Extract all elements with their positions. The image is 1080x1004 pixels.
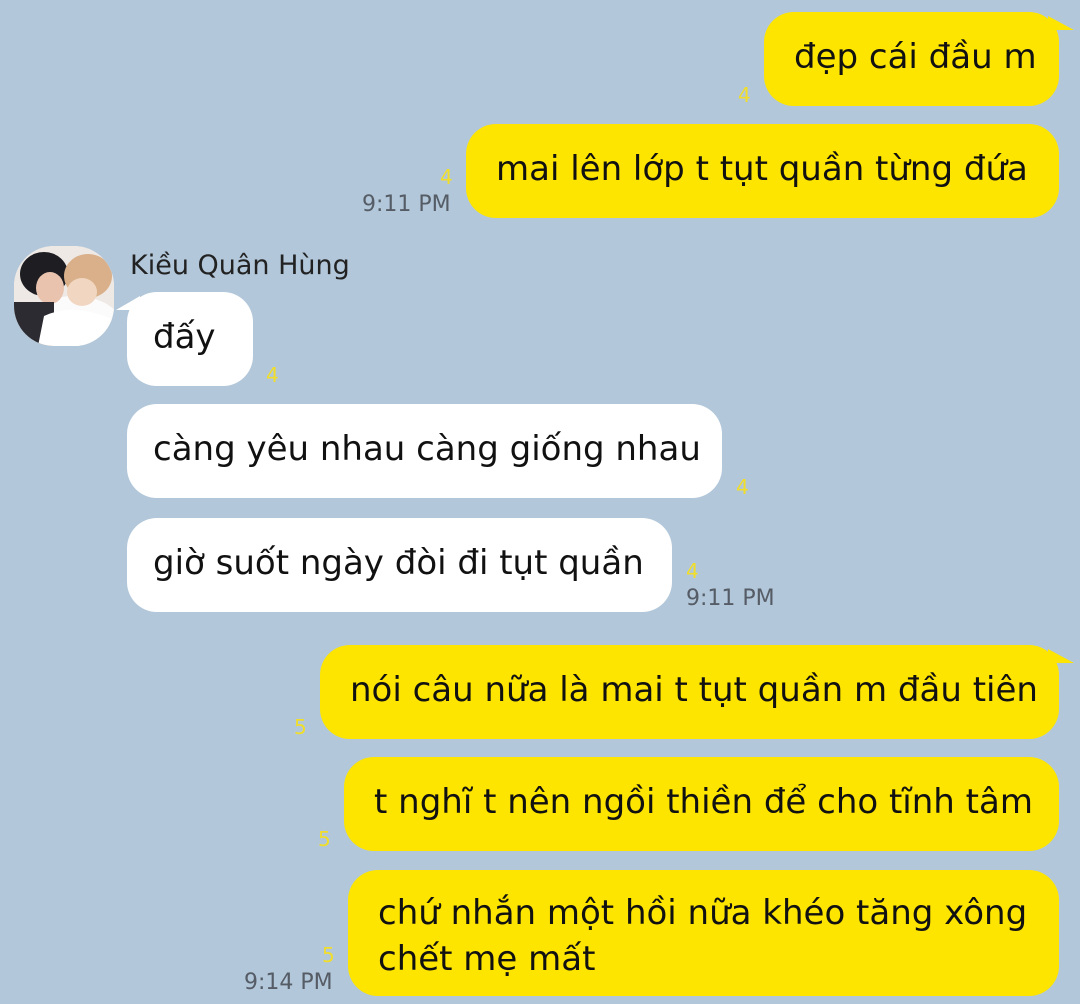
unread-count: 4 [736, 475, 749, 499]
message-text: giờ suốt ngày đòi đi tụt quần [153, 543, 644, 583]
message-timestamp: 9:11 PM [686, 586, 775, 611]
bubble-tail [116, 296, 140, 310]
message-bubble-theirs[interactable]: đấy [127, 292, 253, 386]
message-bubble-theirs[interactable]: càng yêu nhau càng giống nhau [127, 404, 722, 498]
message-text: càng yêu nhau càng giống nhau [153, 429, 701, 469]
sender-name: Kiều Quân Hùng [130, 250, 350, 281]
profile-photo-icon [14, 246, 114, 346]
message-bubble-mine[interactable]: mai lên lớp t tụt quần từng đứa [466, 124, 1059, 218]
message-bubble-mine[interactable]: nói câu nữa là mai t tụt quần m đầu tiên [320, 645, 1059, 739]
unread-count: 4 [440, 165, 453, 189]
message-text: đấy [153, 317, 216, 357]
message-bubble-mine[interactable]: đẹp cái đầu m [764, 12, 1059, 106]
message-timestamp: 9:11 PM [362, 192, 451, 217]
message-text-line: chết mẹ mất [378, 939, 596, 979]
message-text-line: chứ nhắn một hồi nữa khéo tăng xông [378, 893, 1028, 933]
unread-count: 4 [686, 559, 699, 583]
unread-count: 5 [294, 715, 307, 739]
message-text: nói câu nữa là mai t tụt quần m đầu tiên [350, 670, 1038, 710]
message-bubble-mine[interactable]: chứ nhắn một hồi nữa khéo tăng xông chết… [348, 870, 1059, 996]
unread-count: 5 [318, 827, 331, 851]
message-bubble-theirs[interactable]: giờ suốt ngày đòi đi tụt quần [127, 518, 672, 612]
message-text: đẹp cái đầu m [794, 37, 1037, 77]
unread-count: 4 [738, 83, 751, 107]
message-text: mai lên lớp t tụt quần từng đứa [496, 149, 1028, 189]
message-timestamp: 9:14 PM [244, 970, 333, 995]
contact-avatar[interactable] [14, 246, 114, 346]
bubble-tail [1048, 16, 1074, 30]
message-text: t nghĩ t nên ngồi thiền để cho tĩnh tâm [374, 782, 1033, 822]
bubble-tail [1048, 649, 1074, 663]
message-bubble-mine[interactable]: t nghĩ t nên ngồi thiền để cho tĩnh tâm [344, 757, 1059, 851]
unread-count: 5 [322, 943, 335, 967]
unread-count: 4 [266, 363, 279, 387]
